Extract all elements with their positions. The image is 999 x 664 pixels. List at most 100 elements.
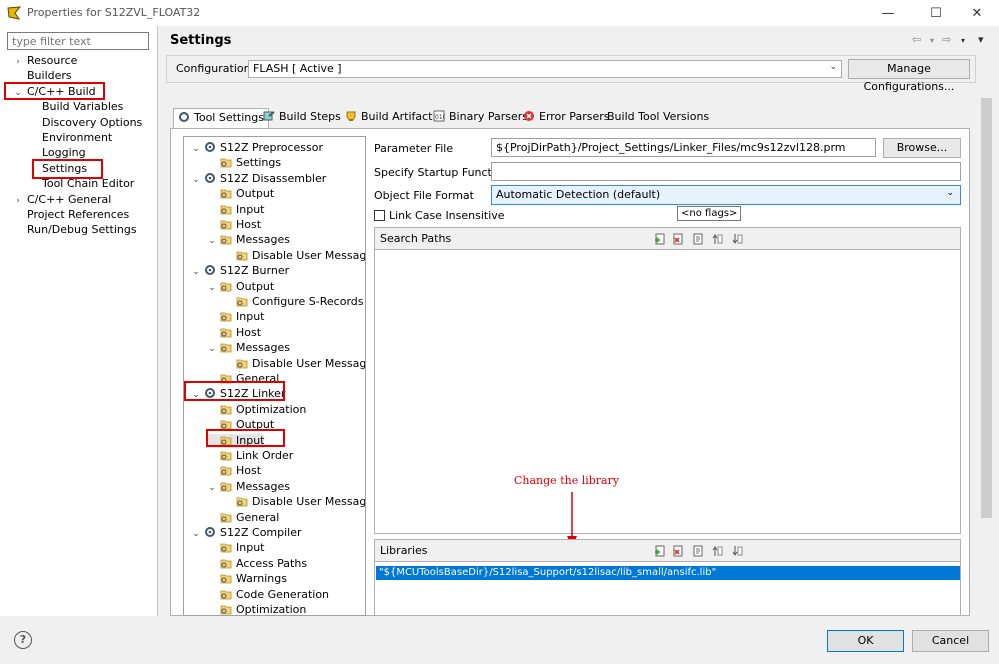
tool-tree-item[interactable]: Host bbox=[206, 326, 261, 340]
folder-gear-icon bbox=[220, 328, 232, 338]
tool-tree-item[interactable]: Disable User Messages bbox=[222, 495, 365, 509]
page-scrollbar[interactable] bbox=[978, 88, 995, 614]
chevron-down-icon[interactable]: ⌄ bbox=[12, 86, 24, 101]
nav-item-label: Settings bbox=[42, 161, 88, 175]
tool-tree-item[interactable]: Code Generation bbox=[206, 588, 329, 602]
tool-tree-item[interactable]: Output bbox=[206, 187, 274, 201]
tool-tree-label: Access Paths bbox=[236, 556, 308, 570]
nav-item-discovery-options[interactable]: Discovery Options bbox=[42, 115, 142, 130]
tool-tree-item[interactable]: Warnings bbox=[206, 572, 287, 586]
nav-item-project-references[interactable]: Project References bbox=[12, 207, 129, 222]
delete-icon[interactable] bbox=[672, 233, 684, 245]
chevron-down-icon[interactable]: ⌄ bbox=[206, 281, 218, 295]
chevron-down-icon[interactable]: ⌄ bbox=[206, 342, 218, 356]
tab-build-tool-versions[interactable]: Build Tool Versions bbox=[603, 108, 713, 128]
move-up-icon[interactable] bbox=[711, 545, 723, 557]
folder-gear-icon bbox=[220, 451, 232, 461]
view-menu-icon[interactable]: ▾ bbox=[978, 33, 984, 46]
add-icon[interactable] bbox=[654, 545, 666, 557]
chevron-down-icon[interactable]: ⌄ bbox=[190, 265, 202, 279]
tool-tree-item[interactable]: ⌄ S12Z Burner bbox=[190, 264, 289, 279]
back-dropdown-icon[interactable]: ▾ bbox=[930, 36, 934, 45]
nav-item-builders[interactable]: Builders bbox=[12, 68, 72, 83]
chevron-down-icon[interactable]: ⌄ bbox=[206, 481, 218, 495]
back-arrow-icon[interactable]: ⇦ bbox=[912, 33, 921, 46]
chevron-down-icon[interactable]: ⌄ bbox=[206, 234, 218, 248]
tool-tree-item[interactable]: Host bbox=[206, 218, 261, 232]
help-icon[interactable]: ? bbox=[14, 631, 32, 649]
forward-arrow-icon[interactable]: ⇨ bbox=[942, 33, 951, 46]
minimize-button[interactable]: — bbox=[866, 0, 910, 26]
nav-item-tool-chain-editor[interactable]: Tool Chain Editor bbox=[42, 176, 134, 191]
tool-tree-item[interactable]: ⌄ S12Z Compiler bbox=[190, 526, 301, 541]
tool-tree-item[interactable]: ⌄ Messages bbox=[206, 480, 290, 495]
manage-configurations-button[interactable]: Manage Configurations... bbox=[848, 59, 970, 93]
tab-error-parsers[interactable]: Error Parsers bbox=[519, 108, 613, 128]
forward-dropdown-icon[interactable]: ▾ bbox=[961, 36, 965, 45]
tool-tree-item[interactable]: ⌄ Messages bbox=[206, 341, 290, 356]
chevron-down-icon[interactable]: ⌄ bbox=[190, 173, 202, 187]
eclipse-app-icon bbox=[7, 6, 22, 20]
filter-input[interactable] bbox=[7, 32, 149, 50]
tool-tree-item[interactable]: Input bbox=[206, 310, 264, 324]
edit-icon[interactable] bbox=[692, 233, 704, 245]
tool-tree-item[interactable]: Optimization bbox=[206, 403, 306, 417]
nav-item-build-variables[interactable]: Build Variables bbox=[42, 99, 123, 114]
cancel-button[interactable]: Cancel bbox=[912, 630, 989, 652]
tool-tree-item[interactable]: ⌄ S12Z Preprocessor bbox=[190, 141, 323, 156]
nav-item-settings[interactable]: Settings bbox=[42, 161, 87, 176]
tool-tree-item[interactable]: Link Order bbox=[206, 449, 293, 463]
tool-tree-item[interactable]: Input bbox=[206, 541, 264, 555]
edit-icon[interactable] bbox=[692, 545, 704, 557]
library-list-item[interactable]: "${MCUToolsBaseDir}/S12lisa_Support/s12l… bbox=[376, 566, 960, 580]
folder-gear-icon bbox=[220, 282, 232, 291]
tool-tree-item[interactable]: General bbox=[206, 511, 279, 525]
link-case-insensitive-label: Link Case Insensitive bbox=[389, 209, 505, 222]
close-button[interactable]: ✕ bbox=[955, 0, 999, 26]
folder-gear-icon bbox=[220, 482, 232, 492]
move-down-icon[interactable] bbox=[731, 233, 743, 245]
add-icon[interactable] bbox=[654, 233, 666, 245]
tab-build-artifact[interactable]: Build Artifact bbox=[341, 108, 437, 128]
tab-binary-parsers[interactable]: 010 Binary Parsers bbox=[429, 108, 532, 128]
tool-tree-item[interactable]: ⌄ Messages bbox=[206, 233, 290, 248]
configuration-select[interactable]: FLASH [ Active ] ⌄ bbox=[248, 60, 842, 78]
nav-item-run-debug-settings[interactable]: Run/Debug Settings bbox=[12, 222, 137, 237]
startup-function-label: Specify Startup Function bbox=[374, 166, 509, 179]
move-down-icon[interactable] bbox=[731, 545, 743, 557]
nav-item-label: Discovery Options bbox=[42, 115, 143, 129]
tool-tree-item[interactable]: Configure S-Records bbox=[222, 295, 364, 309]
delete-icon[interactable] bbox=[672, 545, 684, 557]
tab-tool-settings[interactable]: Tool Settings bbox=[173, 108, 269, 129]
link-case-insensitive-checkbox[interactable] bbox=[374, 210, 385, 221]
maximize-button[interactable]: ☐ bbox=[914, 0, 958, 26]
startup-function-input[interactable] bbox=[491, 162, 961, 181]
tool-tree-item[interactable]: Settings bbox=[206, 156, 281, 170]
tool-tree-item[interactable]: ⌄ Output bbox=[206, 280, 274, 295]
tool-tree-item[interactable]: ⌄ S12Z Disassembler bbox=[190, 172, 326, 187]
tool-tree-item[interactable]: Disable User Messages bbox=[222, 248, 366, 263]
annotation-text: Change the library bbox=[514, 474, 620, 487]
search-paths-group bbox=[374, 227, 961, 534]
gear-icon bbox=[205, 142, 215, 152]
tool-tree-label: Disable User Messages bbox=[252, 248, 366, 262]
tool-tree-item[interactable]: Host bbox=[206, 464, 261, 478]
tool-tree-item[interactable]: Optimization bbox=[206, 603, 306, 615]
chevron-down-icon[interactable]: ⌄ bbox=[190, 527, 202, 541]
nav-item-logging[interactable]: Logging bbox=[42, 145, 86, 160]
tool-tree-label: Disable User Messages bbox=[252, 356, 366, 370]
move-up-icon[interactable] bbox=[711, 233, 723, 245]
chevron-down-icon[interactable]: ⌄ bbox=[190, 142, 202, 156]
scrollbar-thumb[interactable] bbox=[981, 98, 992, 518]
object-file-format-select[interactable]: Automatic Detection (default) ⌄ bbox=[491, 185, 961, 205]
ok-button[interactable]: OK bbox=[827, 630, 904, 652]
tab-build-steps[interactable]: Build Steps bbox=[259, 108, 345, 128]
parameter-file-input[interactable]: ${ProjDirPath}/Project_Settings/Linker_F… bbox=[491, 138, 876, 157]
tool-tree-item[interactable]: Input bbox=[206, 203, 264, 217]
nav-item-environment[interactable]: Environment bbox=[42, 130, 112, 145]
tool-tree-item[interactable]: Access Paths bbox=[206, 557, 307, 571]
chevron-down-icon: ⌄ bbox=[829, 62, 837, 72]
tool-tree-item[interactable]: Disable User Messages bbox=[222, 356, 366, 371]
maximize-icon: ☐ bbox=[930, 5, 942, 21]
browse-button[interactable]: Browse... bbox=[883, 138, 961, 158]
